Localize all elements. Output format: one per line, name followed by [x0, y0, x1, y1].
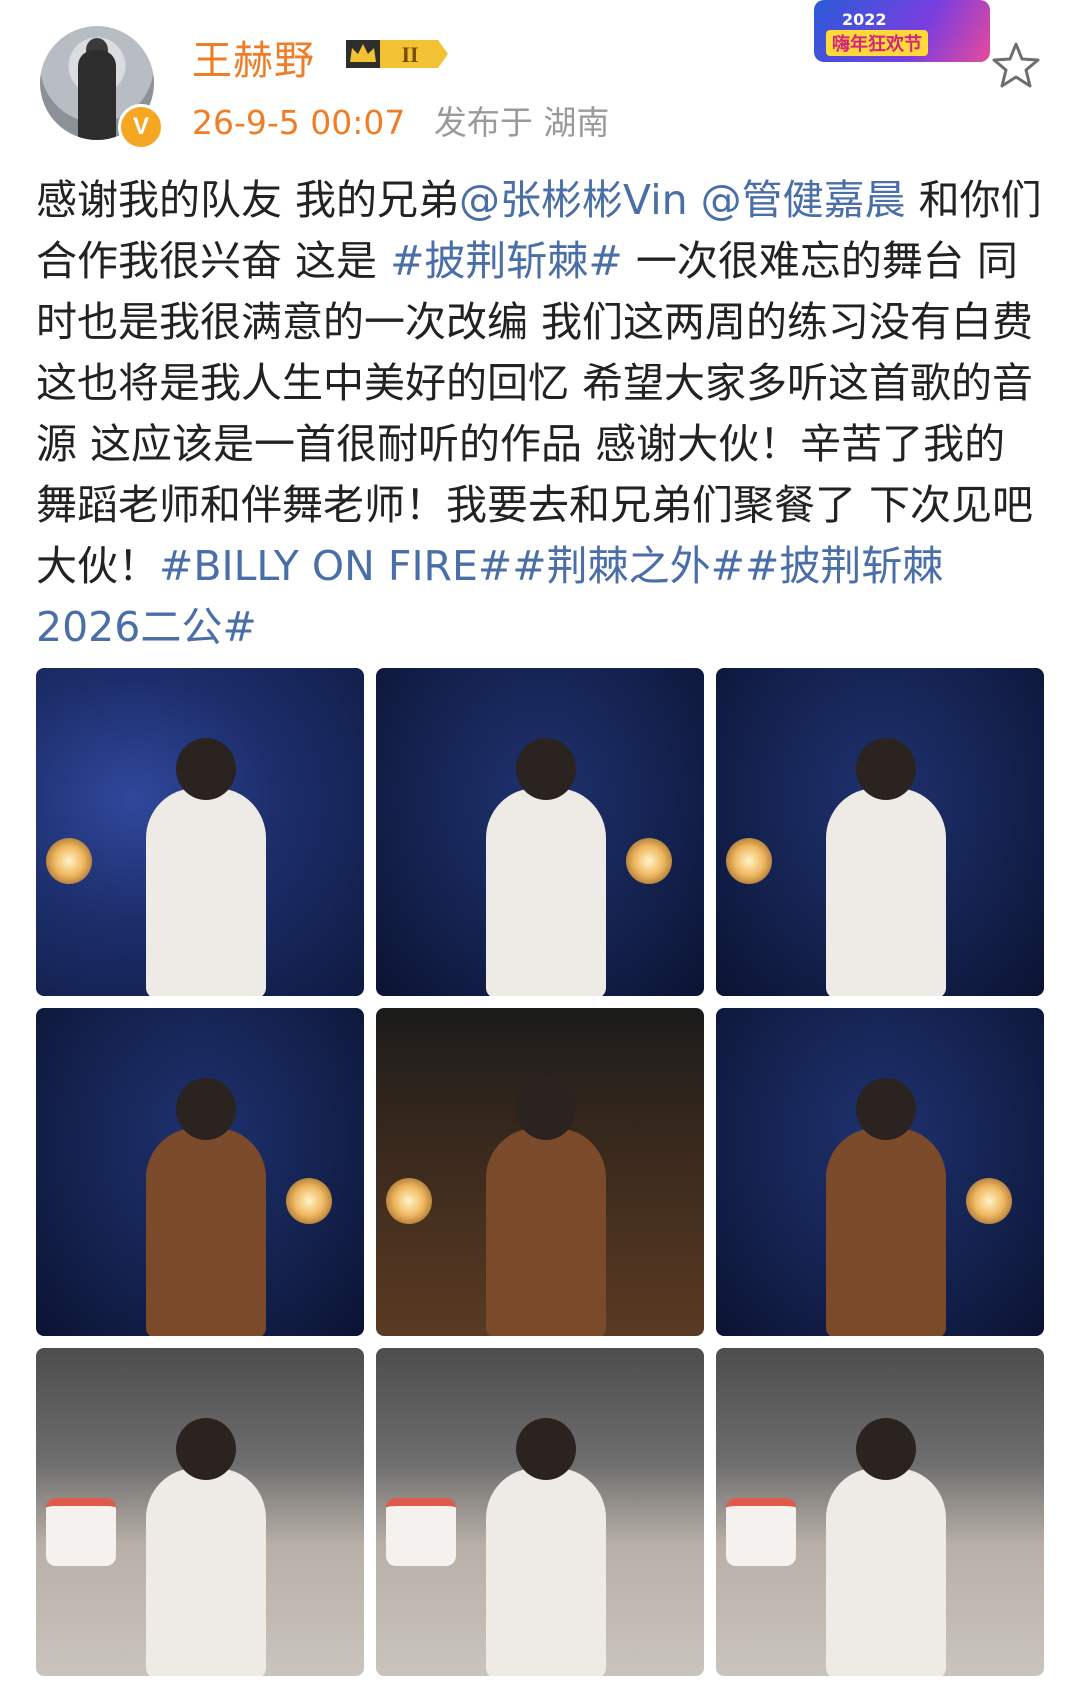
stage-light	[626, 838, 672, 884]
post-meta: 26-9-5 00:07 发布于 湖南	[192, 96, 609, 144]
photo-2[interactable]	[376, 668, 704, 996]
person-figure	[826, 788, 946, 996]
person-figure	[146, 1468, 266, 1676]
photo-3[interactable]	[716, 668, 1044, 996]
hashtag-link[interactable]: #披荆斩棘#	[390, 237, 623, 285]
person-head	[516, 738, 576, 800]
stage-light	[726, 838, 772, 884]
stage-light	[966, 1178, 1012, 1224]
username[interactable]: 王赫野	[192, 28, 315, 86]
person-figure	[146, 788, 266, 996]
post-location: 发布于 湖南	[433, 103, 610, 142]
mention-link[interactable]: @张彬彬Vin	[459, 176, 688, 224]
vip-crown-icon[interactable]: II	[340, 34, 452, 74]
pillow	[726, 1498, 796, 1566]
photo-6[interactable]	[716, 1008, 1044, 1336]
post-body: 感谢我的队友 我的兄弟@张彬彬Vin @管健嘉晨 和你们合作我很兴奋 这是 #披…	[36, 170, 1046, 658]
photo-4[interactable]	[36, 1008, 364, 1336]
person-figure	[146, 1128, 266, 1336]
post-timestamp: 26-9-5 00:07	[192, 103, 406, 142]
person-head	[856, 1418, 916, 1480]
avatar-figure	[78, 50, 116, 140]
photo-7[interactable]	[36, 1348, 364, 1676]
mention-link[interactable]: @管健嘉晨	[701, 176, 906, 224]
stage-light	[46, 838, 92, 884]
banner-label: 嗨年狂欢节	[826, 30, 928, 56]
pillow	[386, 1498, 456, 1566]
person-head	[516, 1418, 576, 1480]
post-text	[688, 176, 701, 224]
person-figure	[826, 1128, 946, 1336]
photo-8[interactable]	[376, 1348, 704, 1676]
person-head	[176, 1418, 236, 1480]
person-head	[516, 1078, 576, 1140]
person-figure	[826, 1468, 946, 1676]
banner-year: 2022	[842, 10, 887, 29]
person-figure	[486, 1468, 606, 1676]
person-figure	[486, 1128, 606, 1336]
stage-light	[386, 1178, 432, 1224]
photo-5[interactable]	[376, 1008, 704, 1336]
hashtag-link[interactable]: #BILLY ON FIRE#	[159, 542, 512, 590]
verified-badge-icon: V	[118, 104, 164, 150]
person-figure	[486, 788, 606, 996]
vip-level: II	[401, 42, 418, 67]
person-head	[856, 1078, 916, 1140]
person-head	[856, 738, 916, 800]
person-head	[176, 738, 236, 800]
hashtag-link[interactable]: #荆棘之外#	[512, 542, 745, 590]
post-text: 一次很难忘的舞台 同时也是我很满意的一次改编 我们这两周的练习没有白费 这也将是…	[36, 237, 1034, 590]
star-outline-icon[interactable]	[990, 40, 1042, 92]
stage-light	[286, 1178, 332, 1224]
photo-9[interactable]	[716, 1348, 1044, 1676]
pillow	[46, 1498, 116, 1566]
person-head	[176, 1078, 236, 1140]
photo-1[interactable]	[36, 668, 364, 996]
festival-banner[interactable]: 2022 嗨年狂欢节	[814, 0, 990, 62]
post-text: 感谢我的队友 我的兄弟	[36, 176, 460, 224]
post-header: V 王赫野 II 26-9-5 00:07 发布于 湖南 2022 嗨年狂欢节	[0, 0, 1080, 160]
